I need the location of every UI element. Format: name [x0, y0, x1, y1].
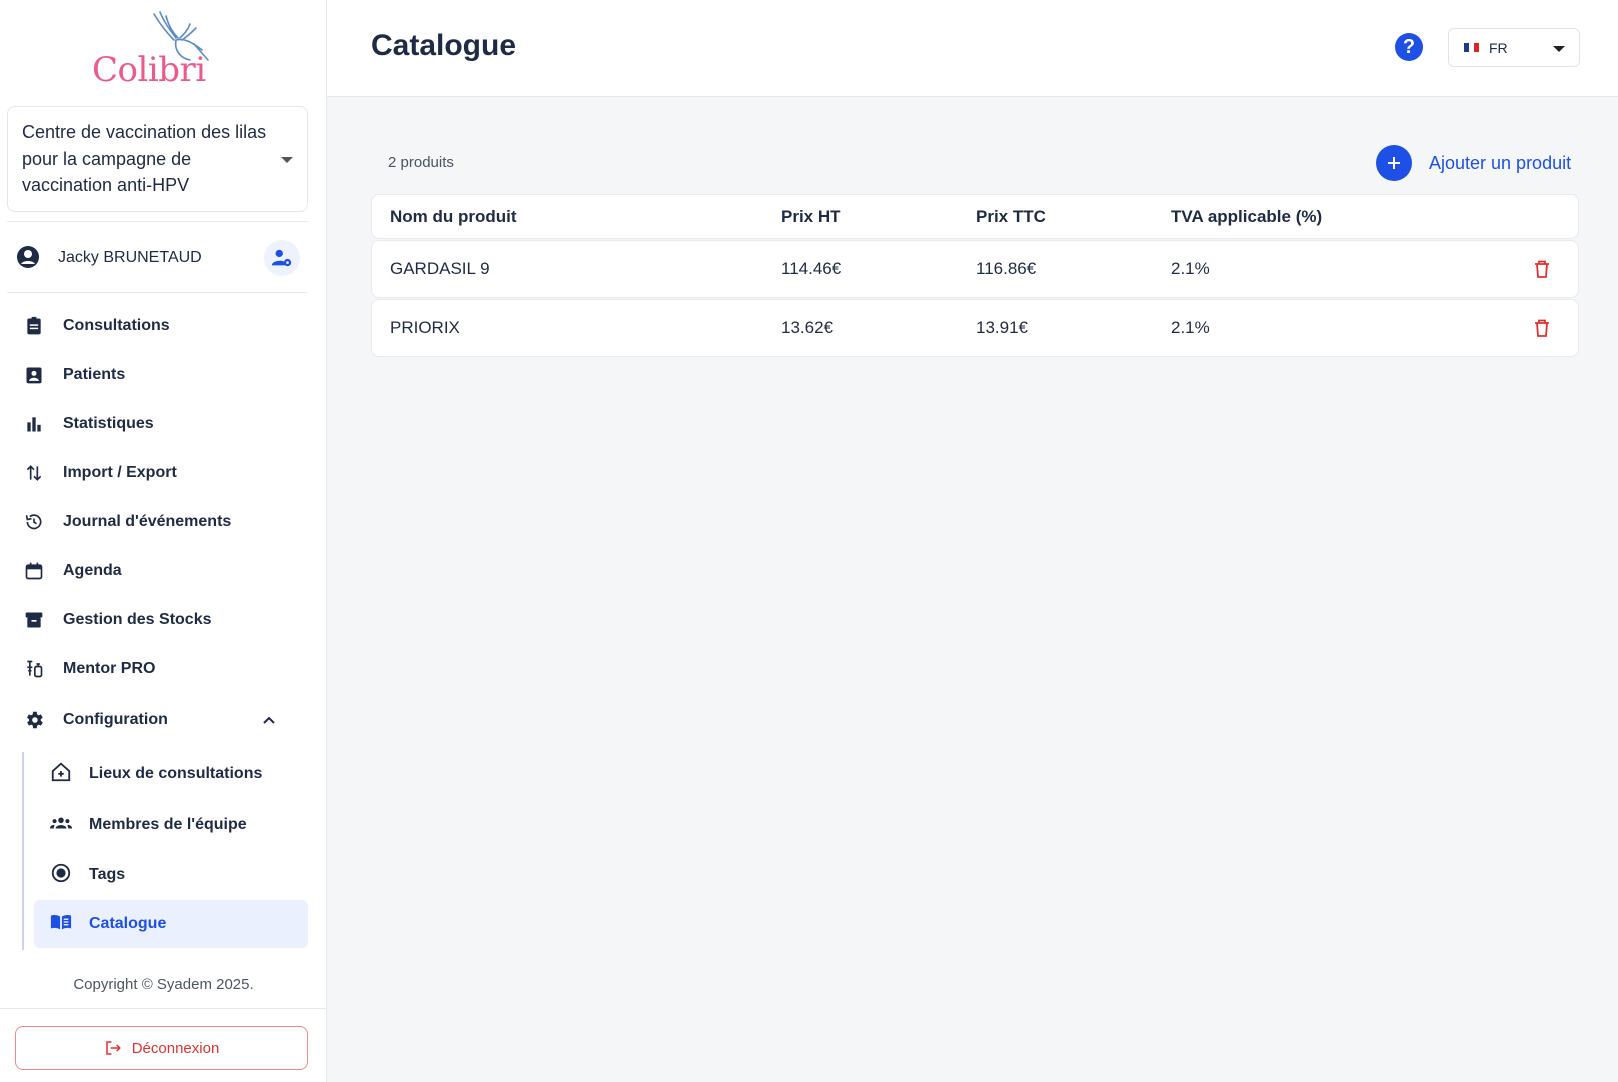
logout-button[interactable]: Déconnexion — [15, 1026, 308, 1070]
price-ttc: 116.86€ — [976, 259, 1037, 278]
nav-item-statistiques[interactable]: Statistiques — [22, 404, 312, 444]
table-row[interactable]: PRIORIX 13.62€ 13.91€ 2.1% — [371, 299, 1579, 357]
nav-item-journal[interactable]: Journal d'événements — [22, 502, 312, 542]
caret-down-icon — [281, 157, 293, 163]
column-header: Prix TTC — [976, 206, 1046, 226]
page-title: Catalogue — [371, 29, 517, 62]
price-ht: 114.46€ — [781, 259, 842, 278]
help-icon[interactable]: ? — [1395, 33, 1423, 61]
column-header: TVA applicable (%) — [1171, 206, 1323, 226]
plus-icon — [1376, 145, 1412, 181]
nav-item-mentor-pro[interactable]: Mentor PRO — [22, 649, 312, 689]
add-product-button[interactable]: Ajouter un produit — [1376, 145, 1571, 181]
top-header: Catalogue ? FR — [327, 0, 1618, 97]
tva-rate: 2.1% — [1171, 318, 1210, 337]
history-icon — [22, 510, 46, 534]
delete-button[interactable] — [1534, 241, 1550, 297]
sub-item-tags[interactable]: Tags — [34, 851, 308, 899]
language-select[interactable]: FR — [1448, 28, 1580, 67]
sub-item-membres[interactable]: Membres de l'équipe — [34, 801, 308, 849]
nav-label: Configuration — [63, 711, 168, 728]
nav-label: Journal d'événements — [63, 513, 232, 530]
user-info: Jacky BRUNETAUD — [16, 240, 301, 276]
chevron-up-icon — [263, 716, 275, 724]
product-count: 2 produits — [388, 154, 454, 171]
nav-label: Agenda — [63, 562, 122, 579]
sub-item-label: Membres de l'équipe — [89, 816, 247, 833]
logo-text: Colibri — [92, 50, 206, 90]
nav-label: Gestion des Stocks — [63, 611, 212, 628]
group-icon — [50, 812, 72, 839]
radio-circle-icon — [50, 862, 72, 889]
user-name: Jacky BRUNETAUD — [58, 249, 202, 266]
submenu-line — [22, 752, 24, 950]
sidebar: Colibri Centre de vaccination des lilas … — [0, 0, 327, 1082]
calendar-icon — [22, 559, 46, 583]
nav-label: Statistiques — [63, 415, 154, 432]
nav-item-import-export[interactable]: Import / Export — [22, 453, 312, 493]
logout-label: Déconnexion — [131, 1039, 220, 1057]
france-flag-icon — [1464, 43, 1479, 52]
caret-down-icon — [1553, 46, 1565, 52]
sub-item-label: Tags — [89, 866, 126, 883]
account-circle-icon — [17, 246, 39, 268]
gear-icon — [22, 708, 46, 732]
product-name: PRIORIX — [390, 318, 460, 337]
nav-item-patients[interactable]: Patients — [22, 355, 312, 395]
add-product-label: Ajouter un produit — [1429, 152, 1572, 173]
trash-icon — [1535, 260, 1549, 278]
home-plus-icon — [50, 761, 72, 788]
bar-chart-icon — [22, 412, 46, 436]
patient-badge-icon — [22, 363, 46, 387]
language-code: FR — [1489, 40, 1508, 56]
nav-item-consultations[interactable]: Consultations — [22, 306, 312, 346]
catalogue-table: Nom du produit Prix HT Prix TTC TVA appl… — [371, 194, 1579, 358]
divider — [7, 221, 308, 222]
price-ttc: 13.91€ — [976, 318, 1028, 337]
price-ht: 13.62€ — [781, 318, 833, 337]
nav-item-configuration[interactable]: Configuration — [22, 700, 312, 740]
logout-icon — [105, 1041, 121, 1055]
center-select[interactable]: Centre de vaccination des lilas pour la … — [7, 106, 308, 212]
nav-item-agenda[interactable]: Agenda — [22, 551, 312, 591]
clipboard-icon — [22, 314, 46, 338]
nav-label: Import / Export — [63, 464, 177, 481]
center-select-value: Centre de vaccination des lilas pour la … — [22, 122, 267, 195]
column-header: Prix HT — [781, 206, 841, 226]
colibri-logo: Colibri — [88, 8, 218, 90]
table-header: Nom du produit Prix HT Prix TTC TVA appl… — [371, 194, 1579, 239]
vaccine-icon — [22, 657, 46, 681]
sub-item-label: Catalogue — [89, 915, 167, 932]
user-gear-icon — [271, 249, 292, 267]
user-settings-button[interactable] — [264, 240, 300, 276]
book-icon — [50, 911, 72, 938]
delete-button[interactable] — [1534, 300, 1550, 356]
nav-item-gestion-stocks[interactable]: Gestion des Stocks — [22, 600, 312, 640]
sub-item-label: Lieux de consultations — [89, 765, 263, 782]
sub-item-lieux[interactable]: Lieux de consultations — [34, 750, 308, 798]
column-header: Nom du produit — [390, 206, 517, 226]
table-row[interactable]: GARDASIL 9 114.46€ 116.86€ 2.1% — [371, 240, 1579, 298]
nav-label: Consultations — [63, 317, 170, 334]
trash-icon — [1535, 319, 1549, 337]
help-label: ? — [1402, 35, 1416, 58]
tva-rate: 2.1% — [1171, 259, 1210, 278]
divider — [7, 292, 308, 293]
archive-box-icon — [22, 608, 46, 632]
nav-label: Mentor PRO — [63, 660, 156, 677]
divider — [0, 1008, 327, 1009]
product-name: GARDASIL 9 — [390, 259, 490, 278]
copyright: Copyright © Syadem 2025. — [73, 976, 254, 993]
sub-item-catalogue[interactable]: Catalogue — [34, 900, 308, 948]
nav-label: Patients — [63, 366, 126, 383]
swap-arrows-icon — [22, 461, 46, 485]
